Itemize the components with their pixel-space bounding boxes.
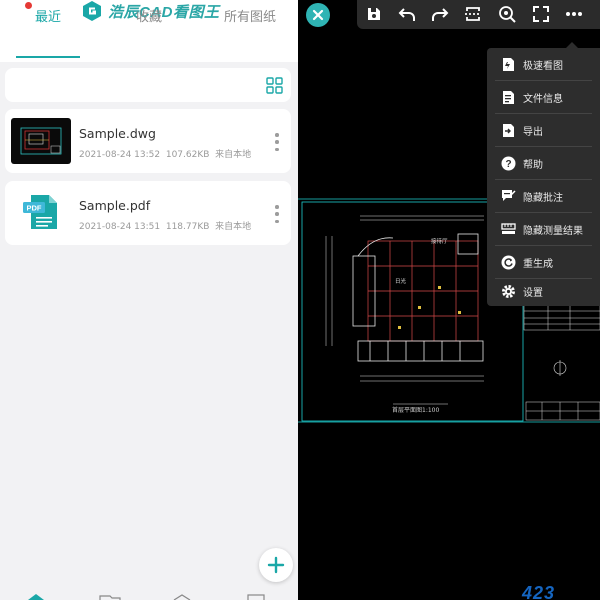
redo-icon[interactable]: [430, 4, 450, 24]
header: 浩辰CAD看图王 最近 收藏 所有图纸: [0, 0, 298, 62]
file-meta: 2021-08-24 13:51 118.77KB 来自本地: [79, 219, 251, 232]
help-icon: ?: [500, 155, 516, 171]
drawing-room-label: 接待厅: [431, 239, 448, 245]
file-name: Sample.dwg: [79, 126, 156, 141]
grid-view-icon[interactable]: [266, 77, 283, 94]
menu-item-settings[interactable]: 设置: [487, 275, 600, 307]
file-card-dwg[interactable]: Sample.dwg 2021-08-24 13:52 107.62KB 来自本…: [5, 109, 291, 173]
plus-icon: [267, 556, 285, 574]
drawing-room-label-2: 日光: [395, 279, 407, 285]
layout-icon[interactable]: [463, 4, 483, 24]
pdf-file-icon: PDF: [23, 195, 57, 229]
close-icon: [312, 9, 324, 21]
file-size: 107.62KB: [165, 150, 210, 160]
view-toggle-bar: [5, 68, 291, 102]
file-card-pdf[interactable]: PDF Sample.pdf 2021-08-24 13:51 118.77KB…: [5, 181, 291, 245]
close-button[interactable]: [306, 3, 330, 27]
logo-icon: [83, 1, 101, 21]
hide-measure-icon: [500, 221, 516, 237]
watermark-text: 423: [522, 583, 556, 600]
zoom-extents-icon[interactable]: [497, 4, 517, 24]
profile-icon: [247, 594, 265, 600]
file-name: Sample.pdf: [79, 198, 151, 213]
svg-text:?: ?: [505, 159, 511, 170]
hide-annotation-icon: [500, 188, 516, 204]
file-source: 来自本地: [215, 150, 252, 160]
file-date: 2021-08-24 13:51: [79, 222, 161, 232]
file-browser-panel: 浩辰CAD看图王 最近 收藏 所有图纸 Sample.dwg 2021-08-2…: [0, 0, 298, 600]
add-file-button[interactable]: [259, 548, 293, 582]
fast-view-icon: [500, 56, 516, 72]
file-size: 118.77KB: [165, 222, 210, 232]
viewer-toolbar: [357, 0, 600, 29]
tab-all-drawings[interactable]: 所有图纸: [224, 6, 276, 25]
tab-favorites[interactable]: 收藏: [136, 6, 162, 25]
more-options-menu: 极速看图 文件信息 导出 ? 帮助 隐藏批注 隐藏测量结果 重生成 设置: [487, 48, 600, 306]
menu-item-hide-annotation[interactable]: 隐藏批注: [487, 180, 600, 212]
file-meta: 2021-08-24 13:52 107.62KB 来自本地: [79, 147, 251, 160]
more-options-icon[interactable]: [275, 133, 279, 151]
menu-item-regenerate[interactable]: 重生成: [487, 246, 600, 278]
undo-icon[interactable]: [397, 4, 417, 24]
bottom-navigation: [28, 594, 265, 600]
active-tab-indicator: [16, 56, 80, 58]
file-date: 2021-08-24 13:52: [79, 150, 161, 160]
regenerate-icon: [500, 254, 516, 270]
folder-icon: [99, 595, 121, 600]
tab-recent[interactable]: 最近: [35, 6, 61, 25]
more-options-icon[interactable]: [275, 205, 279, 223]
fullscreen-icon[interactable]: [531, 4, 551, 24]
layers-icon: [173, 594, 191, 600]
file-source: 来自本地: [215, 222, 252, 232]
menu-item-hide-measure[interactable]: 隐藏测量结果: [487, 213, 600, 245]
menu-item-file-info[interactable]: 文件信息: [487, 81, 600, 113]
home-icon: [28, 594, 44, 600]
save-icon[interactable]: [364, 4, 384, 24]
dwg-thumbnail: [11, 118, 71, 164]
drawing-title: 首层平面图1:100: [392, 407, 440, 414]
app-title: 浩辰CAD看图王: [108, 3, 220, 21]
notification-dot: [25, 2, 32, 9]
file-info-icon: [500, 89, 516, 105]
more-icon[interactable]: [564, 4, 584, 24]
export-icon: [500, 122, 516, 138]
menu-item-export[interactable]: 导出: [487, 114, 600, 146]
menu-item-help[interactable]: ? 帮助: [487, 147, 600, 179]
settings-icon: [500, 283, 516, 299]
svg-text:PDF: PDF: [27, 204, 42, 213]
cad-viewer-panel: 首层平面图1:100 接待厅 日光 极速看图 文件信息 导出 ? 帮助 隐藏批注…: [298, 0, 600, 600]
menu-item-fast-view[interactable]: 极速看图: [487, 48, 600, 80]
